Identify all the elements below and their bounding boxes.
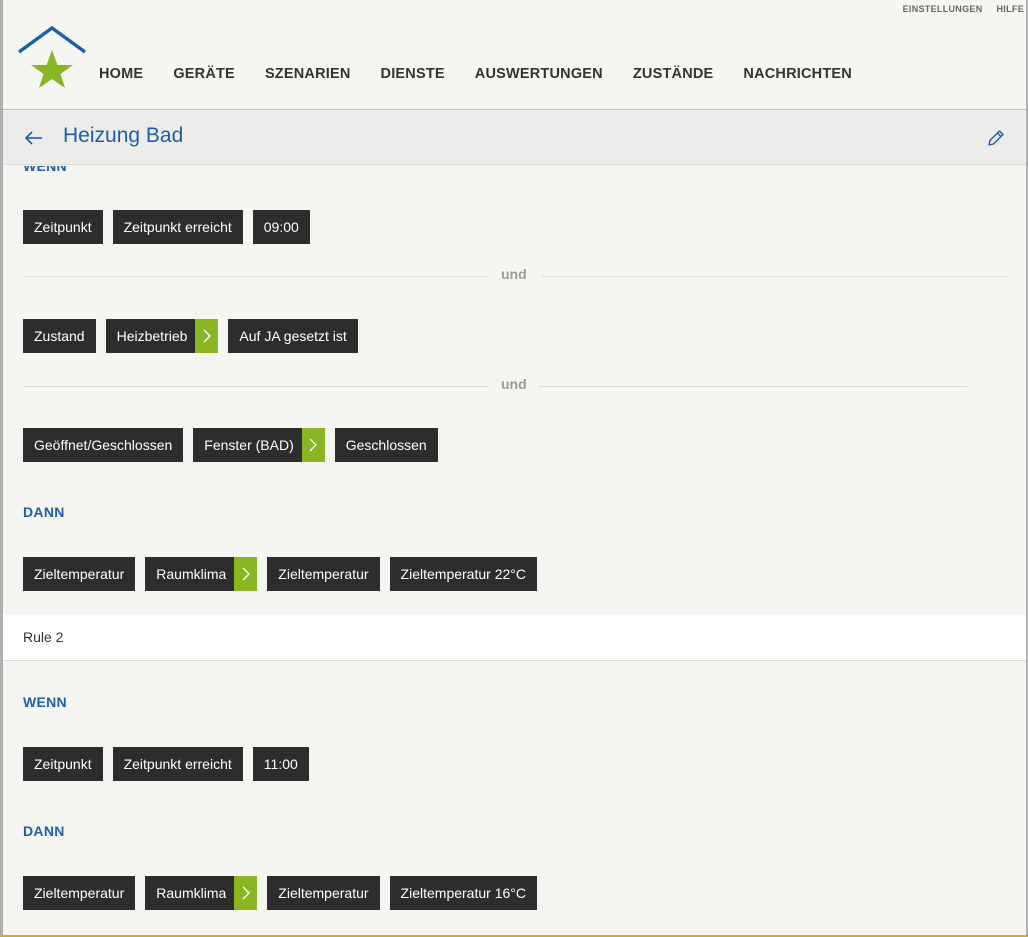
rule1-dann-label: DANN bbox=[23, 504, 65, 520]
chevron-right-icon[interactable] bbox=[301, 428, 325, 462]
arrow-left-icon[interactable] bbox=[23, 127, 45, 149]
action-type-chip[interactable]: Zieltemperatur bbox=[23, 876, 136, 910]
settings-link[interactable]: EINSTELLUNGEN bbox=[903, 4, 983, 14]
chevron-right-icon[interactable] bbox=[234, 557, 258, 591]
header: EINSTELLUNGEN HILFE HOME GERÄTE SZENARIE… bbox=[3, 0, 1026, 110]
nav-item-home[interactable]: HOME bbox=[99, 66, 143, 82]
chip-label: Raumklima bbox=[156, 566, 227, 582]
action-device-chip[interactable]: Raumklima bbox=[145, 557, 258, 591]
rule2-action-1: Zieltemperatur Raumklima Zieltemperatur … bbox=[23, 876, 537, 910]
condition-value-chip[interactable]: Auf JA gesetzt ist bbox=[228, 319, 358, 353]
condition-device-chip[interactable]: Fenster (BAD) bbox=[193, 428, 325, 462]
rule2-header[interactable]: Rule 2 bbox=[3, 615, 1026, 661]
divider-line bbox=[23, 276, 488, 277]
and-divider: und bbox=[23, 266, 1007, 286]
home-star-logo-icon[interactable] bbox=[17, 24, 87, 90]
condition-device-chip[interactable]: Heizbetrieb bbox=[105, 319, 219, 353]
rule2-wenn-label: WENN bbox=[23, 694, 67, 710]
chip-label: Heizbetrieb bbox=[116, 328, 188, 344]
chevron-right-icon[interactable] bbox=[195, 319, 219, 353]
action-type-chip[interactable]: Zieltemperatur bbox=[23, 557, 136, 591]
condition-type-chip[interactable]: Geöffnet/Geschlossen bbox=[23, 428, 184, 462]
nav-item-szenarien[interactable]: SZENARIEN bbox=[265, 66, 351, 82]
title-bar: Heizung Bad bbox=[3, 111, 1026, 165]
rule-name: Rule 2 bbox=[23, 629, 64, 645]
main-nav: HOME GERÄTE SZENARIEN DIENSTE AUSWERTUNG… bbox=[99, 66, 882, 82]
condition-trigger-chip[interactable]: Zeitpunkt erreicht bbox=[112, 210, 243, 244]
action-property-chip[interactable]: Zieltemperatur bbox=[267, 557, 380, 591]
nav-item-geraete[interactable]: GERÄTE bbox=[173, 66, 235, 82]
nav-item-zustaende[interactable]: ZUSTÄNDE bbox=[633, 66, 714, 82]
and-label: und bbox=[501, 266, 527, 282]
condition-value-chip[interactable]: 09:00 bbox=[252, 210, 310, 244]
action-device-chip[interactable]: Raumklima bbox=[145, 876, 258, 910]
chip-label: Raumklima bbox=[156, 885, 227, 901]
rule2-dann-label: DANN bbox=[23, 823, 65, 839]
rule1-condition-2: Zustand Heizbetrieb Auf JA gesetzt ist bbox=[23, 319, 358, 353]
chip-label: Fenster (BAD) bbox=[204, 437, 294, 453]
divider-line bbox=[538, 386, 967, 387]
condition-trigger-chip[interactable]: Zeitpunkt erreicht bbox=[112, 747, 243, 781]
top-links: EINSTELLUNGEN HILFE bbox=[903, 4, 1024, 14]
condition-type-chip[interactable]: Zeitpunkt bbox=[23, 210, 103, 244]
rule1-condition-1: Zeitpunkt Zeitpunkt erreicht 09:00 bbox=[23, 210, 310, 244]
nav-item-nachrichten[interactable]: NACHRICHTEN bbox=[743, 66, 852, 82]
rule1-wenn-label: WENN bbox=[23, 166, 67, 174]
rules-content: WENN Zeitpunkt Zeitpunkt erreicht 09:00 … bbox=[3, 166, 1026, 935]
and-label: und bbox=[501, 376, 527, 392]
page-title: Heizung Bad bbox=[63, 124, 184, 147]
nav-item-dienste[interactable]: DIENSTE bbox=[381, 66, 445, 82]
condition-value-chip[interactable]: Geschlossen bbox=[334, 428, 438, 462]
rule1-condition-3: Geöffnet/Geschlossen Fenster (BAD) Gesch… bbox=[23, 428, 438, 462]
chevron-right-icon[interactable] bbox=[234, 876, 258, 910]
rule2-condition-1: Zeitpunkt Zeitpunkt erreicht 11:00 bbox=[23, 747, 309, 781]
divider-line bbox=[542, 276, 1007, 277]
pencil-icon[interactable] bbox=[986, 128, 1006, 148]
divider-line bbox=[23, 386, 488, 387]
and-divider: und bbox=[23, 376, 967, 396]
nav-item-auswertungen[interactable]: AUSWERTUNGEN bbox=[475, 66, 603, 82]
help-link[interactable]: HILFE bbox=[997, 4, 1025, 14]
action-property-chip[interactable]: Zieltemperatur bbox=[267, 876, 380, 910]
action-value-chip[interactable]: Zieltemperatur 16°C bbox=[389, 876, 537, 910]
condition-type-chip[interactable]: Zeitpunkt bbox=[23, 747, 103, 781]
condition-type-chip[interactable]: Zustand bbox=[23, 319, 96, 353]
rule1-action-1: Zieltemperatur Raumklima Zieltemperatur … bbox=[23, 557, 537, 591]
condition-value-chip[interactable]: 11:00 bbox=[252, 747, 309, 781]
action-value-chip[interactable]: Zieltemperatur 22°C bbox=[389, 557, 537, 591]
